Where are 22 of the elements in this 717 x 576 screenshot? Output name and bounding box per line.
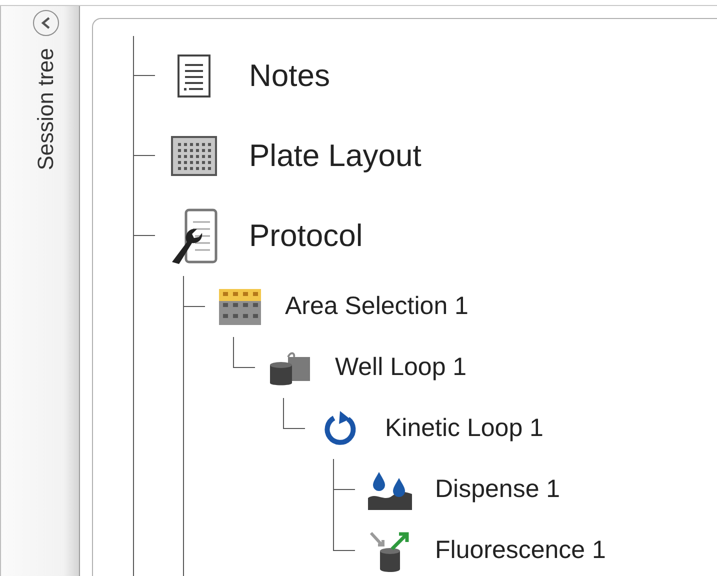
panel-title: Session tree <box>33 48 59 170</box>
tree-item[interactable]: Well Loop 1 <box>335 353 467 382</box>
collapse-button[interactable] <box>33 10 59 36</box>
tree-item[interactable]: Protocol <box>249 218 363 254</box>
tree-connector-line <box>133 116 155 156</box>
tree-item[interactable]: Notes <box>249 58 330 94</box>
tree-item[interactable]: Plate Layout <box>249 138 422 174</box>
tree-connector-line <box>333 459 355 490</box>
tree-item[interactable]: Kinetic Loop 1 <box>385 414 544 443</box>
tree-item[interactable]: Fluorescence 1 <box>435 536 606 565</box>
document-wrench-icon <box>169 208 219 264</box>
document-icon <box>177 54 211 98</box>
tree-item[interactable]: Area Selection 1 <box>285 292 468 321</box>
tree-connector-line <box>333 520 355 550</box>
tree-connector-line <box>133 36 155 76</box>
dispense-drops-icon <box>367 470 413 510</box>
tree-connector-line <box>283 398 305 428</box>
chevron-left-icon <box>40 16 52 30</box>
plate-selection-icon <box>218 288 262 326</box>
plate-grid-icon <box>171 136 217 176</box>
tree-connector-line <box>233 337 255 368</box>
tree-item[interactable]: Dispense 1 <box>435 475 560 504</box>
